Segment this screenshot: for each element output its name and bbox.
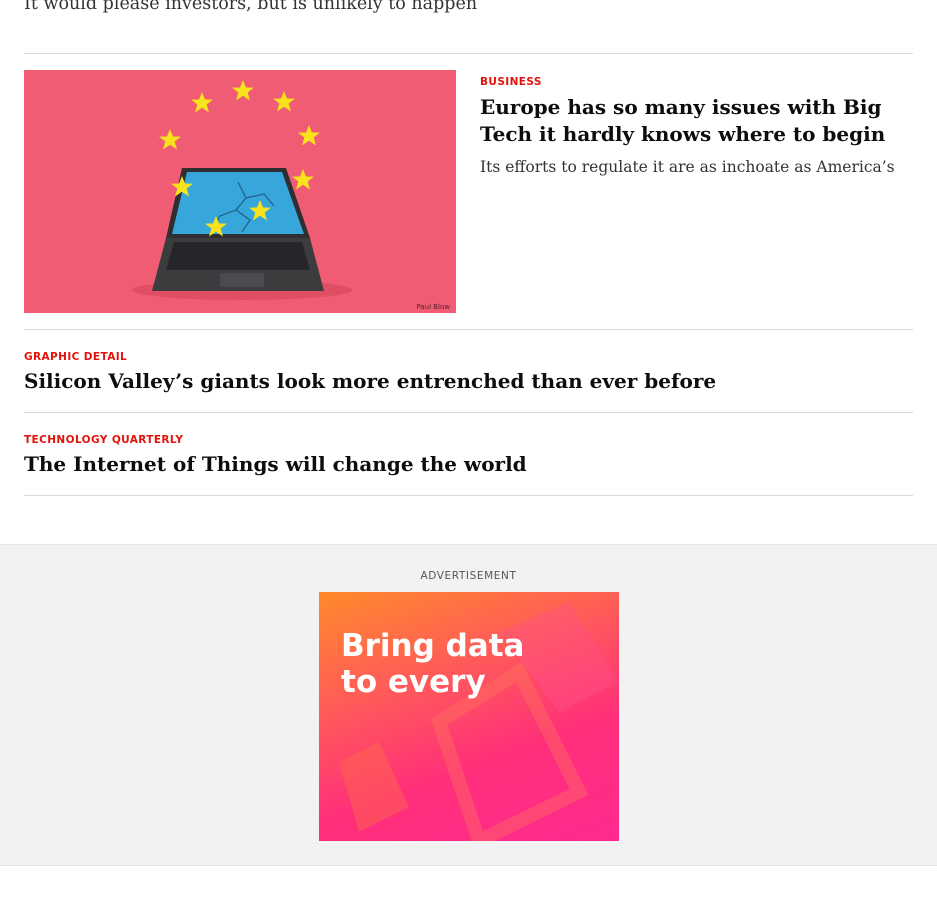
article-headline[interactable]: The Internet of Things will change the w…	[24, 451, 913, 478]
article-item[interactable]: Graphic detail Silicon Valley’s giants l…	[24, 350, 913, 395]
ad-line-1: Bring data	[341, 628, 525, 664]
rubric[interactable]: Graphic detail	[24, 350, 913, 364]
divider	[24, 329, 913, 330]
advertisement-section: ADVERTISEMENT Bring data to every	[0, 544, 937, 866]
previous-article-standfirst: It would please investors, but is unlike…	[24, 0, 478, 14]
rubric[interactable]: Technology Quarterly	[24, 433, 913, 447]
divider	[24, 495, 913, 496]
article-headline[interactable]: Europe has so many issues with Big Tech …	[480, 94, 913, 148]
divider	[24, 53, 913, 54]
rubric[interactable]: Business	[480, 75, 913, 89]
article-headline[interactable]: Silicon Valley’s giants look more entren…	[24, 368, 913, 395]
advertisement-label: ADVERTISEMENT	[420, 570, 517, 582]
image-credit: Paul Blow	[416, 303, 450, 311]
feature-article[interactable]: Paul Blow Business Europe has so many is…	[24, 70, 913, 313]
ad-headline: Bring data to every	[341, 628, 524, 700]
eu-laptop-illustration: Paul Blow	[24, 70, 456, 313]
article-standfirst: Its efforts to regulate it are as inchoa…	[480, 158, 895, 176]
advertisement-banner[interactable]: Bring data to every	[319, 592, 619, 841]
divider	[24, 412, 913, 413]
article-image[interactable]: Paul Blow	[24, 70, 456, 313]
article-item[interactable]: Technology Quarterly The Internet of Thi…	[24, 433, 913, 478]
ad-line-2: to every	[341, 664, 486, 700]
